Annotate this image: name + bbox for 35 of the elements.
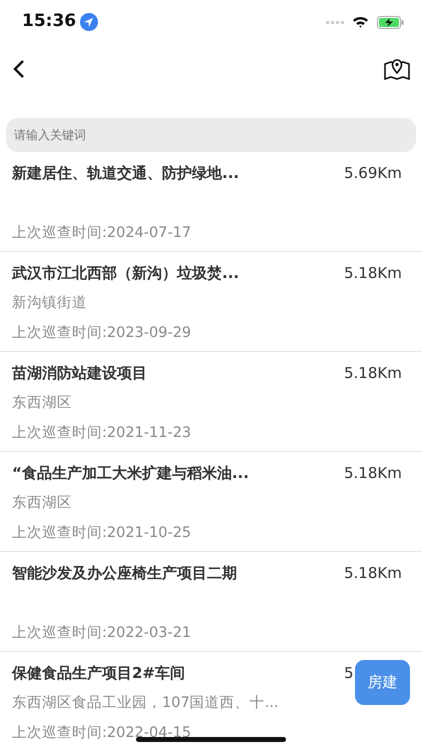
project-title: 保健食品生产项目2#车间 (12, 662, 186, 684)
distance-text: 5.18Km (344, 464, 402, 482)
list-item[interactable]: 苗湖消防站建设项目 5.18Km 东西湖区 上次巡查时间:2021-11-23 (0, 352, 422, 452)
location-icon (80, 13, 98, 31)
address-text: 东西湖区食品工业园，107国道西、十... (12, 695, 279, 711)
project-title: 智能沙发及办公座椅生产项目二期 (12, 562, 237, 584)
status-time: 15:36 (22, 10, 76, 34)
search-field[interactable]: 请输入关键词 (6, 118, 416, 152)
distance-text: 5.18Km (344, 264, 402, 282)
battery-icon (377, 16, 404, 28)
last-check-text: 上次巡查时间:2021-11-23 (12, 425, 192, 441)
back-icon[interactable] (12, 59, 26, 79)
last-check-text: 上次巡查时间:2022-04-15 (12, 725, 192, 741)
distance-text: 5.18Km (344, 364, 402, 382)
list-item[interactable]: 武汉市江北西部（新沟）垃圾焚... 5.18Km 新沟镇街道 上次巡查时间:2023-09-29 (0, 252, 422, 352)
last-check-text: 上次巡查时间:2024-07-17 (12, 225, 192, 241)
last-check-text: 上次巡查时间:2022-03-21 (12, 625, 192, 641)
project-title: 苗湖消防站建设项目 (12, 362, 147, 384)
signal-icon (326, 19, 344, 25)
list-item[interactable]: 智能沙发及办公座椅生产项目二期 5.18Km 上次巡查时间:2022-03-21 (0, 552, 422, 652)
map-pin-icon[interactable] (384, 58, 410, 80)
address-text: 东西湖区 (12, 495, 72, 511)
wifi-icon (352, 16, 369, 28)
distance-text: 5.69Km (344, 164, 402, 182)
last-check-text: 上次巡查时间:2021-10-25 (12, 525, 192, 541)
distance-text: 5 (344, 664, 354, 682)
distance-text: 5.18Km (344, 564, 402, 582)
list-item[interactable]: “食品生产加工大米扩建与稻米油... 5.18Km 东西湖区 上次巡查时间:2021-10-25 (0, 452, 422, 552)
list-item[interactable]: 新建居住、轨道交通、防护绿地... 5.69Km 上次巡查时间:2024-07-17 (0, 152, 422, 252)
project-title: “食品生产加工大米扩建与稻米油... (12, 462, 249, 484)
address-text: 东西湖区 (12, 395, 72, 411)
project-title: 武汉市江北西部（新沟）垃圾焚... (12, 262, 240, 284)
last-check-text: 上次巡查时间:2023-09-29 (12, 325, 192, 341)
address-text: 新沟镇街道 (12, 295, 87, 311)
project-title: 新建居住、轨道交通、防护绿地... (12, 162, 240, 184)
